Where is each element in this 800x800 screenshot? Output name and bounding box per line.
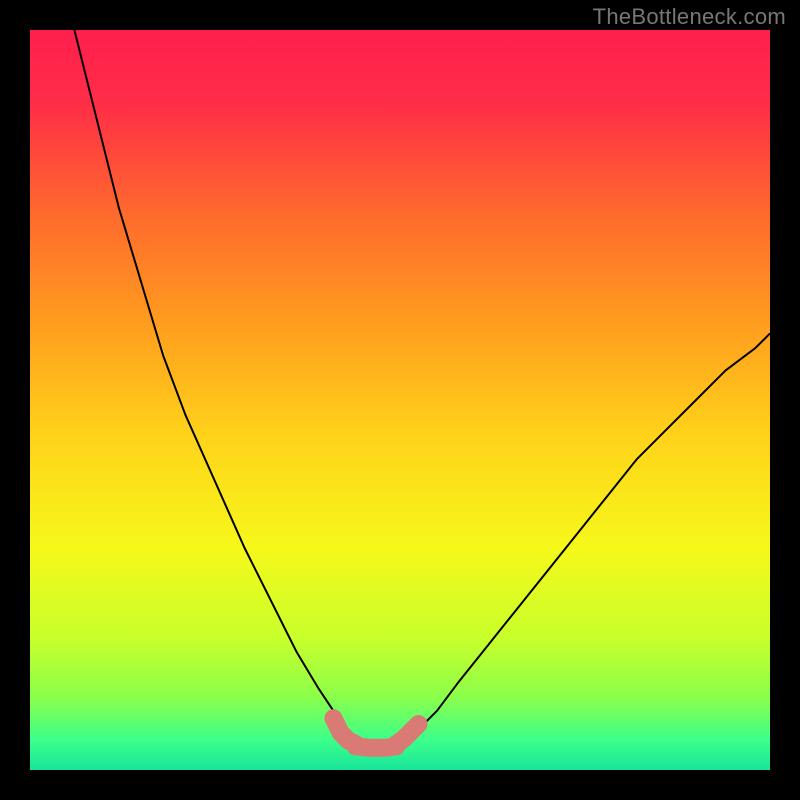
chart-stage: TheBottleneck.com — [0, 0, 800, 800]
plot-background — [30, 30, 770, 770]
bottleneck-chart — [0, 0, 800, 800]
watermark-text: TheBottleneck.com — [593, 4, 786, 30]
